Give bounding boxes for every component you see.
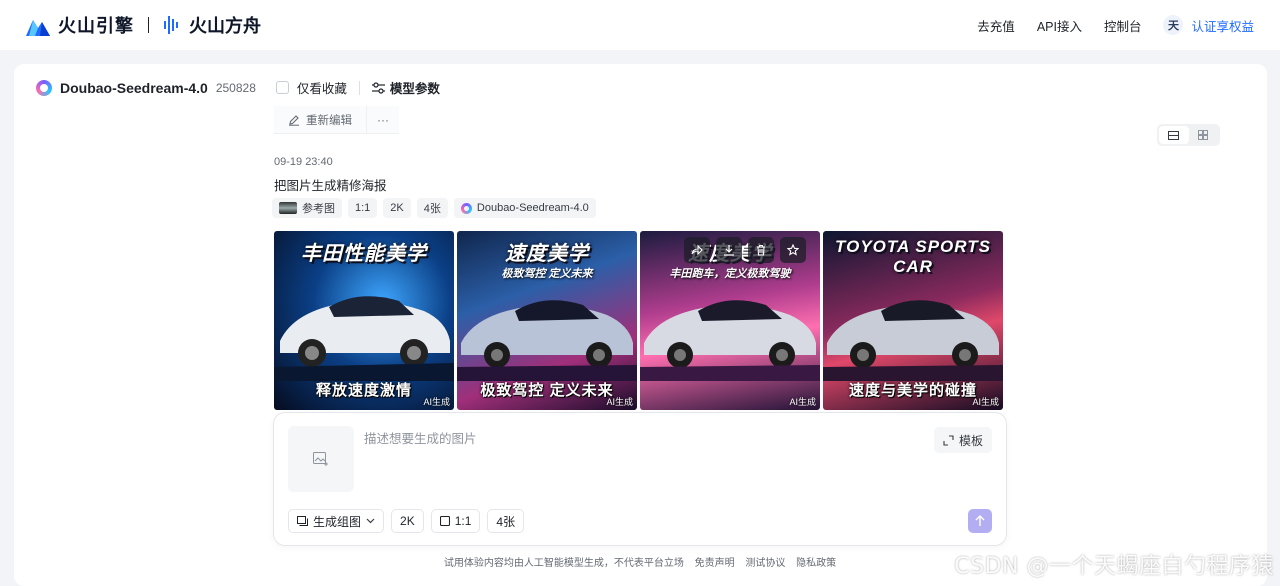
record-action-bar: 重新编辑 ···	[274, 106, 399, 134]
resolution-chip: 2K	[383, 198, 411, 218]
generated-image-1[interactable]: 丰田性能美学 释放速度激情 AI生成	[274, 231, 454, 410]
ai-generated-tag: AI生成	[606, 397, 633, 407]
ark-logo-icon	[164, 16, 178, 34]
template-button[interactable]: 模板	[933, 427, 992, 453]
car-illustration	[823, 300, 1003, 381]
footer-link-privacy[interactable]: 隐私政策	[796, 558, 836, 569]
re-edit-label: 重新编辑	[306, 114, 352, 127]
nav-recharge[interactable]: 去充值	[977, 16, 1015, 35]
auth-benefits-link[interactable]: 天 认证享权益	[1163, 15, 1254, 35]
csdn-watermark: CSDN @一个天蝎座白勺程序猿	[954, 554, 1274, 579]
image-title: 速度美学	[505, 243, 589, 265]
generated-image-3[interactable]: 速度美学 丰田跑车，定义极致驾驶 AI生成	[640, 231, 820, 410]
count-select[interactable]: 4张	[487, 509, 525, 533]
view-mode-toggle	[1157, 124, 1220, 146]
generated-image-4[interactable]: TOYOTA SPORTS CAR 速度与美学的碰撞 AI生成	[823, 231, 1003, 410]
brand-logo[interactable]: 火山引擎 火山方舟	[26, 12, 261, 38]
model-params-label: 模型参数	[389, 82, 440, 96]
doubao-logo-icon	[460, 202, 472, 214]
favorite-button[interactable]	[780, 237, 806, 263]
divider	[358, 80, 360, 95]
template-label: 模板	[958, 433, 983, 448]
record-params: 参考图 1:1 2K 4张 Doubao-Seedream-4.0	[272, 198, 596, 218]
reference-image-chip[interactable]: 参考图	[272, 198, 342, 218]
nav-api-access[interactable]: API接入	[1037, 16, 1082, 35]
model-chip-label: Doubao-Seedream-4.0	[476, 202, 589, 214]
ratio-select[interactable]: 1:1	[430, 509, 481, 533]
image-subtitle: 丰田跑车，定义极致驾驶	[669, 268, 791, 280]
share-icon	[691, 244, 703, 256]
car-illustration	[457, 300, 637, 381]
model-header: Doubao-Seedream-4.0 250828 仅看收藏 模型参数	[36, 78, 440, 97]
model-name[interactable]: Doubao-Seedream-4.0	[60, 80, 208, 96]
upload-image-button[interactable]	[288, 426, 354, 492]
grid-view-icon	[1198, 130, 1209, 140]
top-bar: 火山引擎 火山方舟 去充值 API接入 控制台 天 认证享权益	[0, 0, 1280, 50]
count-chip: 4张	[416, 198, 448, 218]
resolution-select[interactable]: 2K	[391, 509, 424, 533]
generated-image-2[interactable]: 速度美学 极致驾控 定义未来 极致驾控 定义未来 AI生成	[457, 231, 637, 410]
car-illustration	[274, 296, 454, 381]
share-button[interactable]	[684, 237, 710, 263]
ratio-label: 1:1	[454, 514, 472, 528]
footer-link-test-agreement[interactable]: 测试协议	[745, 558, 785, 569]
footer-disclaimer: 试用体验内容均由人工智能模型生成，不代表平台立场	[443, 558, 684, 569]
image-title: TOYOTA SPORTS CAR	[835, 237, 991, 276]
favorites-checkbox[interactable]	[275, 81, 289, 94]
expand-icon	[943, 434, 954, 446]
image-toolbar	[684, 237, 806, 263]
model-params-button[interactable]: 模型参数	[371, 78, 440, 97]
reference-thumbnail	[279, 202, 297, 214]
chevron-down-icon	[366, 518, 375, 524]
auth-label: 认证享权益	[1191, 19, 1254, 34]
image-subtitle: 极致驾控 定义未来	[501, 268, 593, 280]
image-group-icon	[297, 516, 308, 526]
star-icon	[787, 244, 799, 256]
generated-images: 丰田性能美学 释放速度激情 AI生成 速度美学 极致驾控 定义未来 极致驾控 定…	[274, 231, 1003, 410]
download-icon	[724, 245, 734, 256]
trash-icon	[757, 244, 765, 256]
ai-generated-tag: AI生成	[972, 397, 999, 407]
ai-generated-tag: AI生成	[789, 397, 816, 407]
pencil-icon	[289, 114, 299, 126]
download-button[interactable]	[716, 237, 742, 263]
mode-label: 生成组图	[313, 514, 362, 529]
footer-link-disclaimer[interactable]: 免责声明	[695, 558, 735, 569]
prompt-composer: 模板 生成组图 2K 1:1 4张	[273, 412, 1007, 546]
arrow-up-icon	[975, 515, 985, 526]
add-image-icon	[313, 452, 328, 466]
mode-select[interactable]: 生成组图	[288, 509, 385, 533]
favorites-label[interactable]: 仅看收藏	[297, 78, 347, 97]
ai-generated-tag: AI生成	[423, 397, 450, 407]
prompt-input[interactable]	[364, 432, 884, 446]
top-nav: 去充值 API接入 控制台 天 认证享权益	[977, 15, 1254, 35]
record-prompt: 把图片生成精修海报	[274, 179, 387, 193]
grid-view-button[interactable]	[1189, 126, 1219, 144]
car-illustration	[640, 300, 820, 381]
square-ratio-icon	[439, 516, 450, 526]
delete-button[interactable]	[748, 237, 774, 263]
model-chip: Doubao-Seedream-4.0	[453, 198, 596, 218]
reference-label: 参考图	[302, 203, 335, 215]
more-button[interactable]: ···	[366, 106, 399, 133]
re-edit-button[interactable]: 重新编辑	[274, 106, 366, 133]
doubao-logo-icon	[36, 79, 52, 96]
sliders-icon	[371, 81, 385, 94]
main-panel: Doubao-Seedream-4.0 250828 仅看收藏 模型参数 重新编…	[14, 64, 1267, 586]
volcano-logo-icon	[26, 20, 50, 36]
image-title: 丰田性能美学	[301, 243, 427, 265]
avatar[interactable]: 天	[1163, 15, 1184, 35]
list-view-icon	[1168, 130, 1180, 140]
nav-console[interactable]: 控制台	[1104, 16, 1142, 35]
generation-options: 生成组图 2K 1:1 4张	[288, 509, 525, 533]
product-name: 火山方舟	[189, 16, 261, 36]
model-version: 250828	[215, 80, 256, 95]
brand-divider	[148, 17, 149, 33]
list-view-button[interactable]	[1159, 126, 1189, 144]
send-button[interactable]	[968, 509, 992, 533]
ratio-chip: 1:1	[348, 198, 378, 218]
record-timestamp: 09-19 23:40	[274, 156, 333, 168]
brand-name: 火山引擎	[58, 16, 134, 36]
